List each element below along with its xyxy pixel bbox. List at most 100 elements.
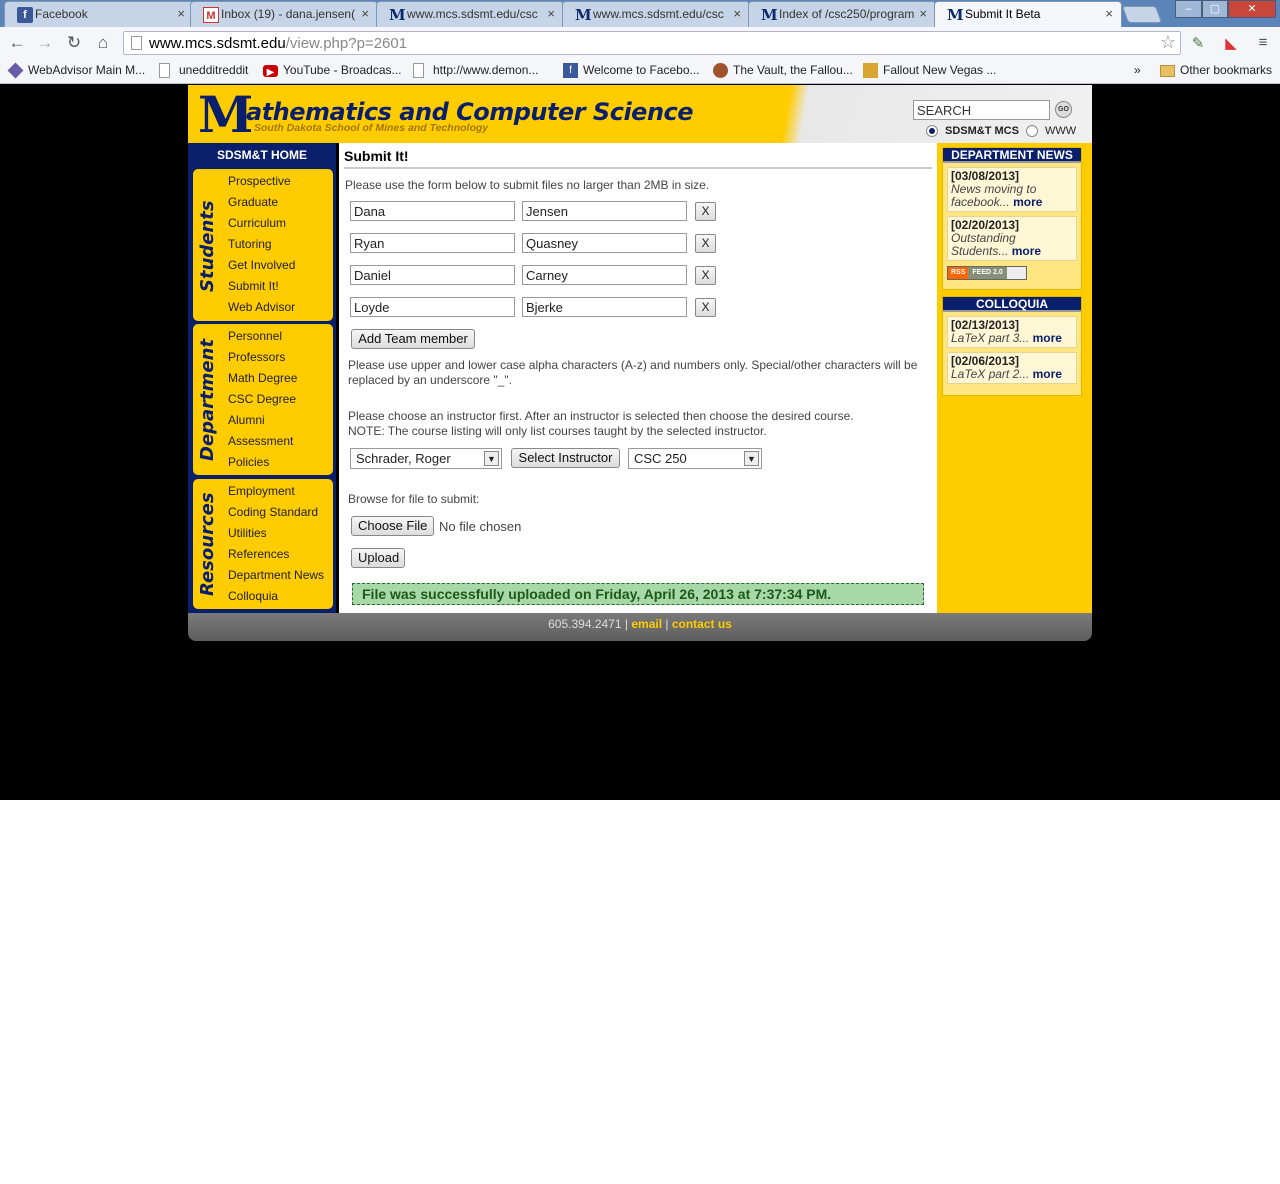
more-link[interactable]: more <box>1033 331 1062 345</box>
more-link[interactable]: more <box>1012 244 1041 258</box>
team-first-name-field[interactable]: Ryan <box>350 233 515 253</box>
nav-link[interactable]: Web Advisor <box>228 297 295 318</box>
bookmark-vault[interactable]: The Vault, the Fallou... <box>713 63 853 78</box>
news-heading: DEPARTMENT NEWS <box>943 148 1081 163</box>
search-go-button[interactable]: GO <box>1055 101 1072 118</box>
maximize-button[interactable]: ▢ <box>1202 0 1228 18</box>
window-close-button[interactable]: ✕ <box>1228 0 1276 18</box>
new-tab-button[interactable] <box>1121 6 1163 23</box>
reload-icon[interactable]: ↻ <box>63 32 85 54</box>
more-link[interactable]: more <box>1033 367 1062 381</box>
sdsmt-m-icon: M <box>575 6 592 24</box>
nav-link[interactable]: Tutoring <box>228 234 295 255</box>
nav-link[interactable]: Employment <box>228 481 324 502</box>
bookmark-unedditreddit[interactable]: unedditreddit <box>159 63 248 78</box>
extension-red-icon[interactable]: ◣ <box>1221 34 1241 52</box>
remove-member-button[interactable]: X <box>695 298 716 317</box>
home-icon[interactable]: ⌂ <box>92 32 114 54</box>
nav-link[interactable]: Coding Standard <box>228 502 324 523</box>
bookmark-fallout[interactable]: Fallout New Vegas ... <box>863 63 996 78</box>
nav-link[interactable]: Utilities <box>228 523 324 544</box>
menu-icon[interactable]: ≡ <box>1253 34 1273 52</box>
site-header: M athematics and Computer Science South … <box>188 85 1092 143</box>
close-icon[interactable]: × <box>547 6 555 21</box>
radio-www[interactable] <box>1026 125 1038 137</box>
team-last-name-field[interactable]: Bjerke <box>522 297 687 317</box>
team-first-name-field[interactable]: Loyde <box>350 297 515 317</box>
news-item[interactable]: [03/08/2013] News moving to facebook... … <box>947 167 1077 212</box>
bookmark-facebook[interactable]: f Welcome to Facebo... <box>563 63 700 78</box>
team-first-name-field[interactable]: Dana <box>350 201 515 221</box>
other-bookmarks[interactable]: Other bookmarks <box>1160 63 1272 77</box>
tab-submit-it[interactable]: M Submit It Beta × <box>934 1 1122 27</box>
more-link[interactable]: more <box>1013 195 1042 209</box>
nav-link[interactable]: Curriculum <box>228 213 295 234</box>
nav-link[interactable]: Prospective <box>228 171 295 192</box>
nav-link[interactable]: Colloquia <box>228 586 324 607</box>
tab-mcs-1[interactable]: Mwww.mcs.sdsmt.edu/csc × <box>376 1 564 27</box>
tab-index[interactable]: M Index of /csc250/program × <box>748 1 936 27</box>
nav-link[interactable]: Submit It! <box>228 276 295 297</box>
tab-facebook[interactable]: f Facebook × <box>4 1 194 27</box>
nav-link[interactable]: Personnel <box>228 326 297 347</box>
tab-mcs-2[interactable]: Mwww.mcs.sdsmt.edu/csc × <box>562 1 750 27</box>
colloquia-item[interactable]: [02/13/2013] LaTeX part 3... more <box>947 316 1077 348</box>
remove-member-button[interactable]: X <box>695 202 716 221</box>
colloquia-box: COLLOQUIA [02/13/2013] LaTeX part 3... m… <box>942 296 1082 396</box>
bookmark-youtube[interactable]: ▶ YouTube - Broadcas... <box>263 63 402 78</box>
bookmark-label: WebAdvisor Main M... <box>28 63 146 77</box>
instructor-select[interactable]: Schrader, Roger ▼ <box>350 448 502 469</box>
email-link[interactable]: email <box>631 617 662 631</box>
remove-member-button[interactable]: X <box>695 234 716 253</box>
close-icon[interactable]: × <box>733 6 741 21</box>
nav-link[interactable]: References <box>228 544 324 565</box>
extension-icon[interactable]: ✎ <box>1188 34 1208 52</box>
nav-link[interactable]: Math Degree <box>228 368 297 389</box>
contact-us-link[interactable]: contact us <box>672 617 732 631</box>
close-icon[interactable]: × <box>361 6 369 21</box>
minimize-button[interactable]: – <box>1175 0 1202 18</box>
team-last-name-field[interactable]: Jensen <box>522 201 687 221</box>
nav-link[interactable]: Get Involved <box>228 255 295 276</box>
bookmark-webadvisor[interactable]: WebAdvisor Main M... <box>7 62 146 79</box>
nav-link[interactable]: Graduate <box>228 192 295 213</box>
add-team-member-button[interactable]: Add Team member <box>351 329 475 349</box>
browser-window: f Facebook × M Inbox (19) - dana.jensen(× M… <box>0 0 1280 800</box>
tab-label: www.mcs.sdsmt.edu/csc <box>593 7 724 21</box>
close-icon[interactable]: × <box>1105 6 1113 21</box>
logo-m[interactable]: M <box>198 90 253 140</box>
sdsmt-home-link[interactable]: SDSM&T HOME <box>188 148 336 162</box>
star-icon[interactable]: ☆ <box>1160 32 1176 53</box>
bookmark-label: The Vault, the Fallou... <box>733 63 853 77</box>
nav-link[interactable]: CSC Degree <box>228 389 297 410</box>
team-last-name-field[interactable]: Quasney <box>522 233 687 253</box>
nav-link[interactable]: Alumni <box>228 410 297 431</box>
rss-feed-badge[interactable]: RSS FEED 2.0 <box>947 266 1027 280</box>
search-input[interactable]: SEARCH <box>913 100 1050 120</box>
news-item[interactable]: [02/20/2013] Outstanding Students... mor… <box>947 216 1077 261</box>
close-icon[interactable]: × <box>177 6 185 21</box>
nav-link[interactable]: Department News <box>228 565 324 586</box>
nav-link[interactable]: Policies <box>228 452 297 473</box>
remove-member-button[interactable]: X <box>695 266 716 285</box>
tab-gmail[interactable]: M Inbox (19) - dana.jensen(× <box>190 1 378 27</box>
back-icon[interactable]: ← <box>6 32 28 54</box>
youtube-icon: ▶ <box>263 65 278 78</box>
nav-link[interactable]: Assessment <box>228 431 297 452</box>
team-last-name-field[interactable]: Carney <box>522 265 687 285</box>
radio-sdsmt-mcs[interactable] <box>926 125 938 137</box>
close-icon[interactable]: × <box>919 6 927 21</box>
course-select[interactable]: CSC 250 ▼ <box>628 448 762 469</box>
bookmarks-overflow-button[interactable]: » <box>1134 63 1141 77</box>
colloquia-item[interactable]: [02/06/2013] LaTeX part 2... more <box>947 352 1077 384</box>
choose-file-button[interactable]: Choose File <box>351 516 434 536</box>
bookmark-demon[interactable]: http://www.demon... <box>413 63 538 78</box>
select-instructor-button[interactable]: Select Instructor <box>511 448 620 468</box>
upload-button[interactable]: Upload <box>351 548 405 568</box>
colloquia-heading: COLLOQUIA <box>943 297 1081 312</box>
vault-icon <box>713 63 728 78</box>
team-first-name-field[interactable]: Daniel <box>350 265 515 285</box>
address-bar[interactable]: www.mcs.sdsmt.edu/view.php?p=2601 ☆ <box>123 31 1181 55</box>
forward-icon[interactable]: → <box>34 32 56 54</box>
nav-link[interactable]: Professors <box>228 347 297 368</box>
